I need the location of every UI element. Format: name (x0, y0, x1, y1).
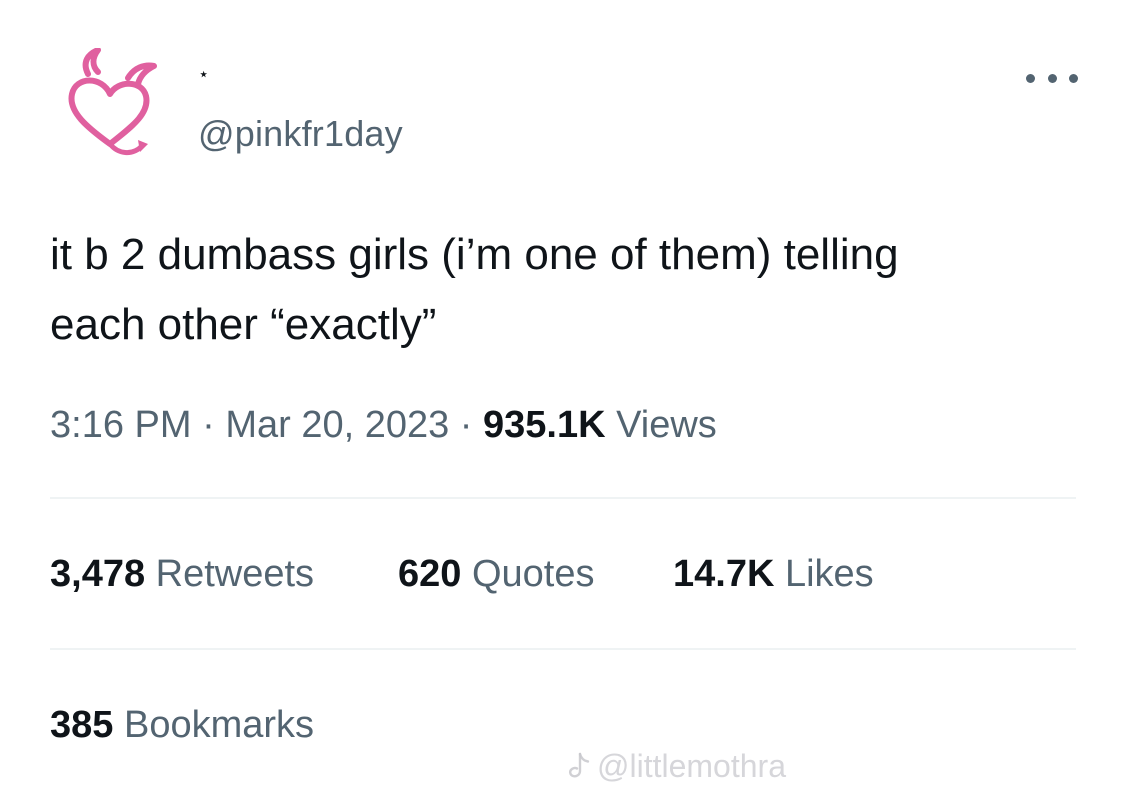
watermark: @littlemothra (565, 746, 786, 786)
likes-count: 14.7K (673, 553, 775, 595)
more-options-icon[interactable] (1026, 60, 1078, 96)
views-count: 935.1K (483, 404, 606, 446)
bookmarks-stat[interactable]: 385 Bookmarks (50, 700, 314, 750)
tweet-date[interactable]: Mar 20, 2023 (225, 404, 449, 446)
dot (1026, 73, 1035, 83)
views-label: Views (616, 404, 717, 446)
dot (1047, 73, 1057, 83)
divider (50, 497, 1076, 499)
likes-stat[interactable]: 14.7K Likes (673, 549, 874, 599)
bookmarks-count: 385 (50, 704, 114, 746)
meta-separator: · (191, 404, 226, 446)
tweet-meta: 3:16 PM · Mar 20, 2023 · 935.1K Views (50, 400, 717, 450)
meta-separator: · (449, 404, 484, 446)
avatar[interactable] (58, 47, 164, 160)
tweet-text: it b 2 dumbass girls (i’m one of them) t… (50, 230, 899, 349)
quotes-stat[interactable]: 620 Quotes (398, 549, 595, 599)
tweet-card: ⋆ @pinkfr1day it b 2 dumbass girls (i’m … (0, 0, 1125, 798)
tweet-time[interactable]: 3:16 PM (50, 404, 192, 446)
quotes-label: Quotes (471, 553, 595, 595)
pink-devil-heart-icon (68, 47, 157, 155)
user-handle[interactable]: @pinkfr1day (198, 112, 403, 156)
quotes-count: 620 (398, 553, 462, 595)
retweets-label: Retweets (155, 553, 315, 595)
tiktok-icon (569, 752, 590, 778)
retweets-count: 3,478 (50, 553, 146, 595)
divider (50, 648, 1076, 650)
watermark-text: @littlemothra (597, 748, 786, 784)
retweets-stat[interactable]: 3,478 Retweets (50, 549, 314, 599)
dot (1069, 73, 1078, 83)
likes-label: Likes (784, 553, 874, 595)
bookmarks-label: Bookmarks (123, 704, 315, 746)
display-name[interactable]: ⋆ (198, 64, 209, 84)
